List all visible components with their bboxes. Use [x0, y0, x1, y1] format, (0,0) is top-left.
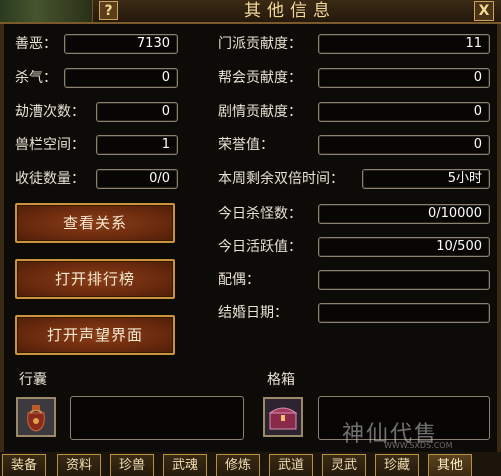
guild-contribution-label: 帮会贡献度： [218, 70, 302, 86]
tab-other[interactable]: 其他 [428, 454, 472, 476]
plunder-count-label: 劫漕次数： [15, 104, 85, 120]
open-rankings-button[interactable]: 打开排行榜 [15, 259, 175, 299]
close-button[interactable]: X [474, 1, 494, 21]
other-info-window: ? 其他信息 X 善恶： 7130 杀气： 0 劫漕次数： 0 兽栏空间： 1 … [0, 0, 501, 476]
wedding-date-value [318, 303, 490, 323]
tab-cultivation[interactable]: 修炼 [216, 454, 260, 476]
spouse-label: 配偶： [218, 272, 260, 288]
help-button[interactable]: ? [99, 1, 118, 20]
bag-slot[interactable] [16, 397, 56, 437]
tab-pets[interactable]: 珍兽 [110, 454, 154, 476]
monster-kills-value: 0/10000 [318, 204, 490, 224]
disciples-label: 收徒数量： [15, 171, 85, 187]
honor-value: 0 [318, 135, 490, 155]
pet-space-value: 1 [96, 135, 178, 155]
tab-martial-way[interactable]: 武道 [269, 454, 313, 476]
chest-icon [265, 399, 301, 435]
bag-label: 行囊 [19, 372, 47, 388]
view-relations-button[interactable]: 查看关系 [15, 203, 175, 243]
activity-label: 今日活跃值： [218, 239, 302, 255]
double-time-label: 本周剩余双倍时间： [218, 171, 344, 187]
frame-left [0, 24, 4, 452]
chest-slot[interactable] [263, 397, 303, 437]
pet-space-label: 兽栏空间： [15, 137, 85, 153]
tab-spirit-weapon[interactable]: 灵武 [322, 454, 366, 476]
tab-equipment[interactable]: 装备 [2, 454, 46, 476]
disciples-value: 0/0 [96, 169, 178, 189]
box-label: 格箱 [267, 372, 295, 388]
killing-intent-label: 杀气： [15, 70, 57, 86]
watermark-url: WWW.SXDS.COM [384, 441, 453, 450]
bag-info-box [70, 396, 244, 440]
corner-decoration [0, 0, 93, 22]
title-bar: ? 其他信息 X [0, 0, 501, 24]
killing-intent-value: 0 [64, 68, 178, 88]
plunder-count-value: 0 [96, 102, 178, 122]
tab-martial-soul[interactable]: 武魂 [163, 454, 207, 476]
spouse-value [318, 270, 490, 290]
sect-contribution-value: 11 [318, 34, 490, 54]
karma-label: 善恶： [15, 36, 57, 52]
open-reputation-button[interactable]: 打开声望界面 [15, 315, 175, 355]
frame-right [497, 24, 501, 452]
monster-kills-label: 今日杀怪数： [218, 206, 302, 222]
window-title: 其他信息 [244, 1, 336, 21]
close-icon: X [478, 3, 490, 19]
tab-collection[interactable]: 珍藏 [375, 454, 419, 476]
guild-contribution-value: 0 [318, 68, 490, 88]
honor-label: 荣誉值： [218, 137, 274, 153]
wedding-date-label: 结婚日期： [218, 305, 288, 321]
tab-profile[interactable]: 资料 [57, 454, 101, 476]
karma-value: 7130 [64, 34, 178, 54]
sect-contribution-label: 门派贡献度： [218, 36, 302, 52]
double-time-value: 5小时 [362, 169, 490, 189]
story-contribution-value: 0 [318, 102, 490, 122]
activity-value: 10/500 [318, 237, 490, 257]
story-contribution-label: 剧情贡献度： [218, 104, 302, 120]
bag-icon [18, 399, 54, 435]
